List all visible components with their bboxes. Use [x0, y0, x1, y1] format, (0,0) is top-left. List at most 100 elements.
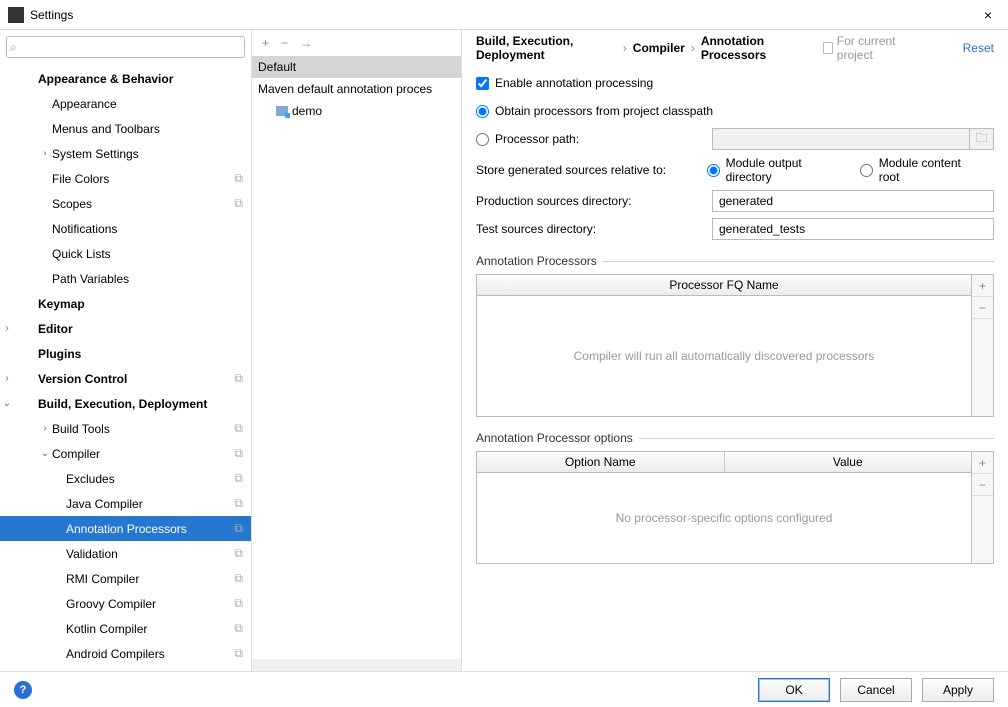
sidebar-item-editor[interactable]: ›Editor [0, 316, 251, 341]
app-icon [8, 7, 24, 23]
chevron-right-icon: › [623, 41, 627, 55]
sidebar-item-label: Keymap [38, 297, 243, 311]
module-content-root-label: Module content root [879, 156, 982, 184]
form-area: Enable annotation processing Obtain proc… [462, 66, 1008, 671]
profile-module-demo[interactable]: demo [252, 100, 461, 122]
sidebar-item-label: Editor [38, 322, 243, 336]
horizontal-scrollbar[interactable] [252, 659, 461, 671]
enable-annotation-checkbox-input[interactable] [476, 77, 489, 90]
sidebar-item-label: Notifications [52, 222, 243, 236]
module-content-root-radio[interactable]: Module content root [860, 156, 982, 184]
option-value-header[interactable]: Value [725, 452, 972, 472]
sidebar-item-label: Build, Execution, Deployment [38, 397, 243, 411]
obtain-from-classpath-radio[interactable]: Obtain processors from project classpath [476, 104, 713, 118]
sidebar-item-kotlin-compiler[interactable]: Kotlin Compiler⧉ [0, 616, 251, 641]
browse-folder-icon[interactable]: 🗀 [970, 128, 994, 150]
sidebar-item-android-compilers[interactable]: Android Compilers⧉ [0, 641, 251, 666]
sidebar-item-compiler[interactable]: ⌄Compiler⧉ [0, 441, 251, 466]
annotation-processors-group: Annotation Processors [476, 254, 994, 268]
enable-annotation-checkbox[interactable]: Enable annotation processing [476, 76, 653, 90]
module-output-dir-input[interactable] [707, 164, 720, 177]
project-scope-icon: ⧉ [234, 496, 243, 511]
remove-profile-button[interactable]: − [281, 36, 288, 50]
remove-option-button[interactable]: − [972, 474, 993, 496]
settings-tree: Appearance & BehaviorAppearance Menus and… [0, 64, 251, 671]
sidebar-item-label: Path Variables [52, 272, 243, 286]
test-dir-field[interactable] [712, 218, 994, 240]
sidebar-item-menus-and-toolbars[interactable]: Menus and Toolbars [0, 116, 251, 141]
sidebar-item-file-colors[interactable]: File Colors⧉ [0, 166, 251, 191]
sidebar-item-version-control[interactable]: ›Version Control⧉ [0, 366, 251, 391]
cancel-button[interactable]: Cancel [840, 678, 912, 702]
sidebar-item-label: Excludes [66, 472, 230, 486]
ok-button[interactable]: OK [758, 678, 830, 702]
add-processor-button[interactable]: + [972, 275, 993, 297]
sidebar-item-validation[interactable]: Validation ⧉ [0, 541, 251, 566]
sidebar-item-java-compiler[interactable]: Java Compiler⧉ [0, 491, 251, 516]
sidebar-item-label: RMI Compiler [66, 572, 230, 586]
project-scope-icon: ⧉ [234, 421, 243, 436]
sidebar-item-label: File Colors [52, 172, 230, 186]
sidebar-item-system-settings[interactable]: ›System Settings [0, 141, 251, 166]
sidebar-item-notifications[interactable]: Notifications [0, 216, 251, 241]
processor-options-table: Option Name Value No processor-specific … [476, 451, 994, 564]
module-output-dir-radio[interactable]: Module output directory [707, 156, 848, 184]
breadcrumb: Build, Execution, Deployment › Compiler … [462, 30, 1008, 66]
module-content-root-input[interactable] [860, 164, 873, 177]
reset-link[interactable]: Reset [963, 41, 994, 55]
obtain-from-classpath-input[interactable] [476, 105, 489, 118]
crumb-b[interactable]: Compiler [633, 41, 685, 55]
project-scope-icon: ⧉ [234, 596, 243, 611]
titlebar: Settings × [0, 0, 1008, 30]
chevron-right-icon: › [691, 41, 695, 55]
sidebar-item-plugins[interactable]: Plugins [0, 341, 251, 366]
crumb-a[interactable]: Build, Execution, Deployment [476, 34, 617, 62]
enable-annotation-label: Enable annotation processing [495, 76, 653, 90]
copy-profile-button[interactable]: → [300, 36, 312, 50]
store-relative-label: Store generated sources relative to: [476, 163, 707, 177]
sidebar-item-label: Compiler [52, 447, 230, 461]
add-option-button[interactable]: + [972, 452, 993, 474]
profiles-toolbar: + − → [252, 30, 461, 56]
sidebar-item-rmi-compiler[interactable]: RMI Compiler⧉ [0, 566, 251, 591]
processor-fqname-header[interactable]: Processor FQ Name [477, 275, 971, 295]
dialog-buttons: ? OK Cancel Apply [0, 671, 1008, 707]
apply-button[interactable]: Apply [922, 678, 994, 702]
sidebar-item-path-variables[interactable]: Path Variables [0, 266, 251, 291]
production-dir-field[interactable] [712, 190, 994, 212]
profile-item-maven[interactable]: Maven default annotation proces [252, 78, 461, 100]
sidebar-item-annotation-processors[interactable]: Annotation Processors⧉ [0, 516, 251, 541]
sidebar-item-appearance-behavior[interactable]: Appearance & Behavior [0, 66, 251, 91]
sidebar-item-label: Plugins [38, 347, 243, 361]
add-profile-button[interactable]: + [262, 36, 269, 50]
project-scope-icon: ⧉ [234, 621, 243, 636]
sidebar-item-scopes[interactable]: Scopes ⧉ [0, 191, 251, 216]
close-icon[interactable]: × [976, 3, 1000, 27]
help-button[interactable]: ? [14, 681, 32, 699]
project-scope-icon: ⧉ [234, 196, 243, 211]
profiles-panel: + − → Default Maven default annotation p… [252, 30, 462, 671]
processor-path-input[interactable] [476, 133, 489, 146]
sidebar-item-label: Groovy Compiler [66, 597, 230, 611]
sidebar-item-quick-lists[interactable]: Quick Lists [0, 241, 251, 266]
sidebar-item-label: Build Tools [52, 422, 230, 436]
project-scope-icon: ⧉ [234, 546, 243, 561]
remove-processor-button[interactable]: − [972, 297, 993, 319]
sidebar-item-label: Scopes [52, 197, 230, 211]
sidebar-item-groovy-compiler[interactable]: Groovy Compiler ⧉ [0, 591, 251, 616]
sidebar-item-label: Validation [66, 547, 230, 561]
option-name-header[interactable]: Option Name [477, 452, 725, 472]
sidebar-item-label: Annotation Processors [66, 522, 230, 536]
profile-item-default[interactable]: Default [252, 56, 461, 78]
sidebar-item-appearance[interactable]: Appearance [0, 91, 251, 116]
sidebar-item-build-execution-deployment[interactable]: ⌄Build, Execution, Deployment [0, 391, 251, 416]
sidebar-item-label: Menus and Toolbars [52, 122, 243, 136]
sidebar-item-excludes[interactable]: Excludes⧉ [0, 466, 251, 491]
sidebar-item-label: Quick Lists [52, 247, 243, 261]
processor-path-radio[interactable]: Processor path: [476, 132, 712, 146]
project-scope-icon: ⧉ [234, 446, 243, 461]
sidebar-item-keymap[interactable]: Keymap [0, 291, 251, 316]
search-input[interactable] [6, 36, 245, 58]
sidebar-item-build-tools[interactable]: ›Build Tools ⧉ [0, 416, 251, 441]
chevron-icon: › [38, 423, 52, 434]
